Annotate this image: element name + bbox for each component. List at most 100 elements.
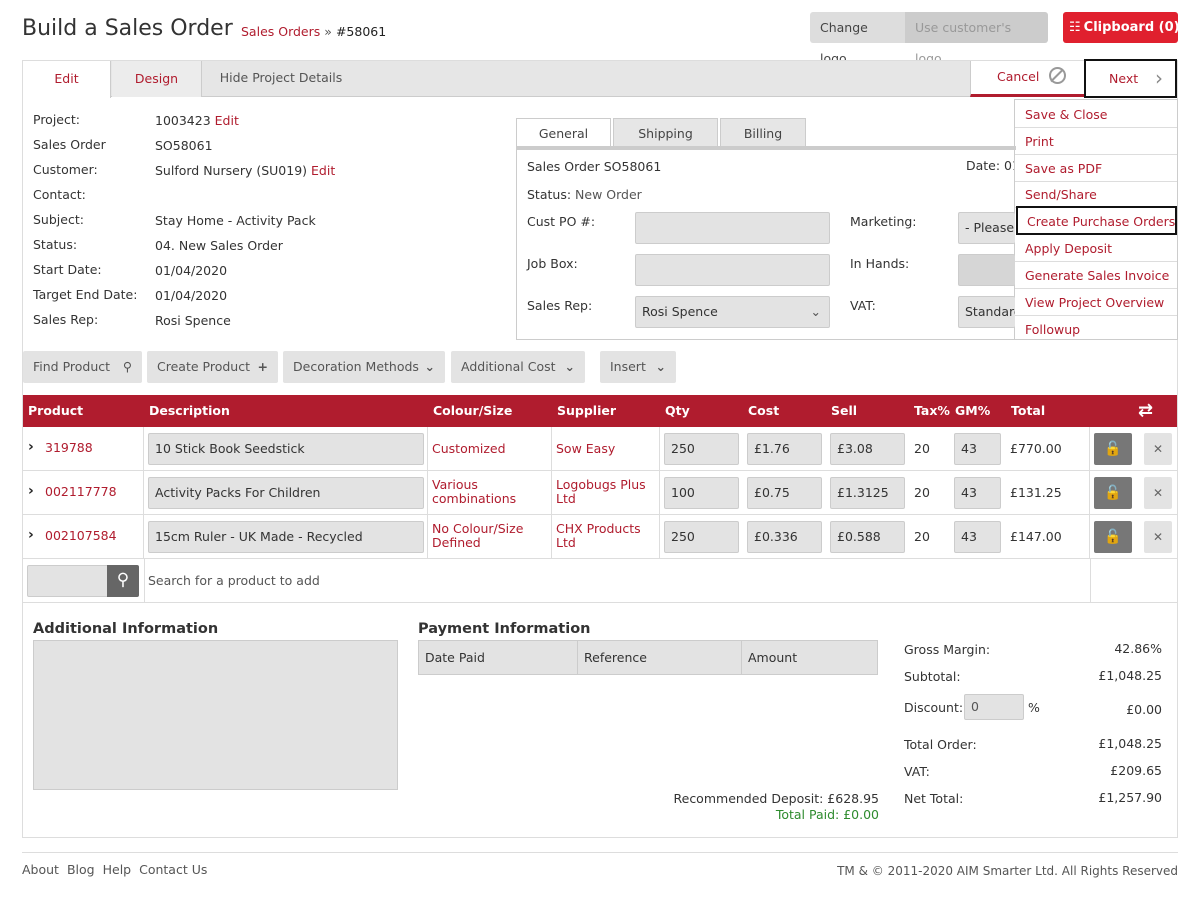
menu-print[interactable]: Print (1015, 128, 1177, 155)
cancel-button[interactable]: Cancel (970, 61, 1084, 97)
header-supplier: Supplier (557, 403, 617, 418)
chevron-right-icon: › (1155, 66, 1163, 90)
menu-apply-deposit[interactable]: Apply Deposit (1015, 235, 1177, 262)
marketing-select[interactable]: - Please (958, 212, 1015, 244)
cancel-icon (1049, 67, 1067, 84)
next-button[interactable]: Next › (1084, 59, 1177, 98)
expand-row-icon[interactable]: › (28, 527, 34, 543)
colour-size-link[interactable]: Customized (432, 442, 506, 456)
job-box-input[interactable] (635, 254, 830, 286)
sell-input[interactable]: £1.3125 (830, 477, 905, 509)
footer-about-link[interactable]: About (22, 862, 59, 877)
lock-icon[interactable]: 🔓 (1094, 521, 1132, 553)
clipboard-button[interactable]: ☷ Clipboard (0) (1063, 12, 1180, 43)
gm-input[interactable]: 43 (954, 521, 1001, 553)
supplier-link[interactable]: CHX Products Ltd (556, 522, 656, 550)
supplier-link[interactable]: Logobugs Plus Ltd (556, 478, 656, 506)
header-sell: Sell (831, 403, 858, 418)
additional-info-textarea[interactable] (33, 640, 398, 790)
order-number: Sales Order SO58061 (527, 159, 662, 174)
menu-generate-sales-invoice[interactable]: Generate Sales Invoice (1015, 262, 1177, 289)
payment-info-title: Payment Information (418, 621, 591, 637)
close-icon[interactable]: ✕ (1144, 477, 1172, 509)
gm-input[interactable]: 43 (954, 433, 1001, 465)
menu-save-pdf[interactable]: Save as PDF (1015, 155, 1177, 182)
qty-input[interactable]: 250 (664, 433, 739, 465)
sell-input[interactable]: £3.08 (830, 433, 905, 465)
description-input[interactable]: 10 Stick Book Seedstick (148, 433, 424, 465)
find-product-button[interactable]: Find Product ⚲ (23, 351, 142, 383)
total-value: £131.25 (1010, 485, 1062, 500)
cost-input[interactable]: £0.75 (747, 477, 822, 509)
vat-select[interactable]: Standard (958, 296, 1015, 328)
expand-row-icon[interactable]: › (28, 439, 34, 455)
insert-button[interactable]: Insert ⌄ (600, 351, 676, 383)
hide-project-details-tab[interactable]: Hide Project Details (203, 61, 359, 97)
close-icon[interactable]: ✕ (1144, 521, 1172, 553)
total-paid: Total Paid: £0.00 (775, 807, 879, 822)
value-customer: Sulford Nursery (SU019) Edit (155, 163, 335, 178)
product-cell: › 002107584 (23, 515, 144, 559)
discount-input[interactable]: 0 (964, 694, 1024, 720)
gm-input[interactable]: 43 (954, 477, 1001, 509)
discount-label: Discount: (904, 700, 964, 715)
decoration-methods-button[interactable]: Decoration Methods ⌄ (283, 351, 445, 383)
product-search-input[interactable]: Search for a product to add (148, 573, 320, 588)
project-number: 1003423 (155, 113, 211, 128)
gross-margin-label: Gross Margin: (904, 642, 991, 657)
close-icon[interactable]: ✕ (1144, 433, 1172, 465)
cust-po-input[interactable] (635, 212, 830, 244)
header-date-paid: Date Paid (425, 650, 485, 665)
use-customer-logo-button[interactable]: Use customer's logo (905, 12, 1048, 66)
sales-rep-select[interactable]: Rosi Spence ⌄ (635, 296, 830, 328)
product-code-search-input[interactable] (27, 565, 112, 597)
job-box-label: Job Box: (527, 256, 578, 271)
breadcrumb-sales-orders-link[interactable]: Sales Orders (241, 24, 320, 39)
menu-send-share[interactable]: Send/Share (1015, 181, 1177, 208)
colour-size-link[interactable]: No Colour/Size Defined (432, 522, 542, 550)
menu-create-purchase-orders[interactable]: Create Purchase Orders (1016, 206, 1177, 235)
expand-row-icon[interactable]: › (28, 483, 34, 499)
product-code-link[interactable]: 002107584 (45, 528, 117, 543)
description-input[interactable]: Activity Packs For Children (148, 477, 424, 509)
tab-design[interactable]: Design (112, 61, 202, 97)
tab-general[interactable]: General (516, 118, 611, 148)
tab-billing[interactable]: Billing (720, 118, 806, 147)
menu-view-project-overview[interactable]: View Project Overview (1015, 289, 1177, 316)
table-row: › 319788 10 Stick Book Seedstick Customiz… (23, 427, 1177, 471)
lock-icon[interactable]: 🔓 (1094, 477, 1132, 509)
order-status-value: New Order (575, 187, 642, 202)
sell-input[interactable]: £0.588 (830, 521, 905, 553)
value-project: 1003423 Edit (155, 113, 239, 128)
cost-input[interactable]: £0.336 (747, 521, 822, 553)
copyright: TM & © 2011-2020 AIM Smarter Ltd. All Ri… (837, 864, 1178, 878)
change-logo-button[interactable]: Change logo (810, 12, 905, 66)
supplier-link[interactable]: Sow Easy (556, 442, 615, 456)
label-project: Project: (33, 112, 80, 127)
qty-input[interactable]: 100 (664, 477, 739, 509)
tab-edit[interactable]: Edit (23, 61, 111, 98)
description-input[interactable]: 15cm Ruler - UK Made - Recycled (148, 521, 424, 553)
colour-size-link[interactable]: Various combinations (432, 478, 542, 506)
breadcrumb-current: #58061 (335, 24, 387, 39)
menu-followup[interactable]: Followup (1015, 316, 1177, 343)
cost-input[interactable]: £1.76 (747, 433, 822, 465)
edit-project-link[interactable]: Edit (215, 113, 239, 128)
tab-shipping[interactable]: Shipping (613, 118, 718, 147)
footer-help-link[interactable]: Help (103, 862, 132, 877)
search-icon[interactable]: ⚲ (107, 565, 139, 597)
swap-icon[interactable]: ⇄ (1138, 395, 1153, 427)
product-code-link[interactable]: 002117778 (45, 484, 117, 499)
footer-contact-link[interactable]: Contact Us (139, 862, 207, 877)
product-code-link[interactable]: 319788 (45, 440, 93, 455)
value-target-end-date: 01/04/2020 (155, 288, 228, 303)
in-hands-input[interactable] (958, 254, 1015, 286)
qty-input[interactable]: 250 (664, 521, 739, 553)
menu-save-close[interactable]: Save & Close (1015, 101, 1177, 128)
edit-customer-link[interactable]: Edit (311, 163, 335, 178)
create-product-button[interactable]: Create Product + (147, 351, 278, 383)
lock-icon[interactable]: 🔓 (1094, 433, 1132, 465)
next-label: Next (1109, 71, 1139, 86)
additional-cost-button[interactable]: Additional Cost ⌄ (451, 351, 585, 383)
footer-blog-link[interactable]: Blog (67, 862, 95, 877)
